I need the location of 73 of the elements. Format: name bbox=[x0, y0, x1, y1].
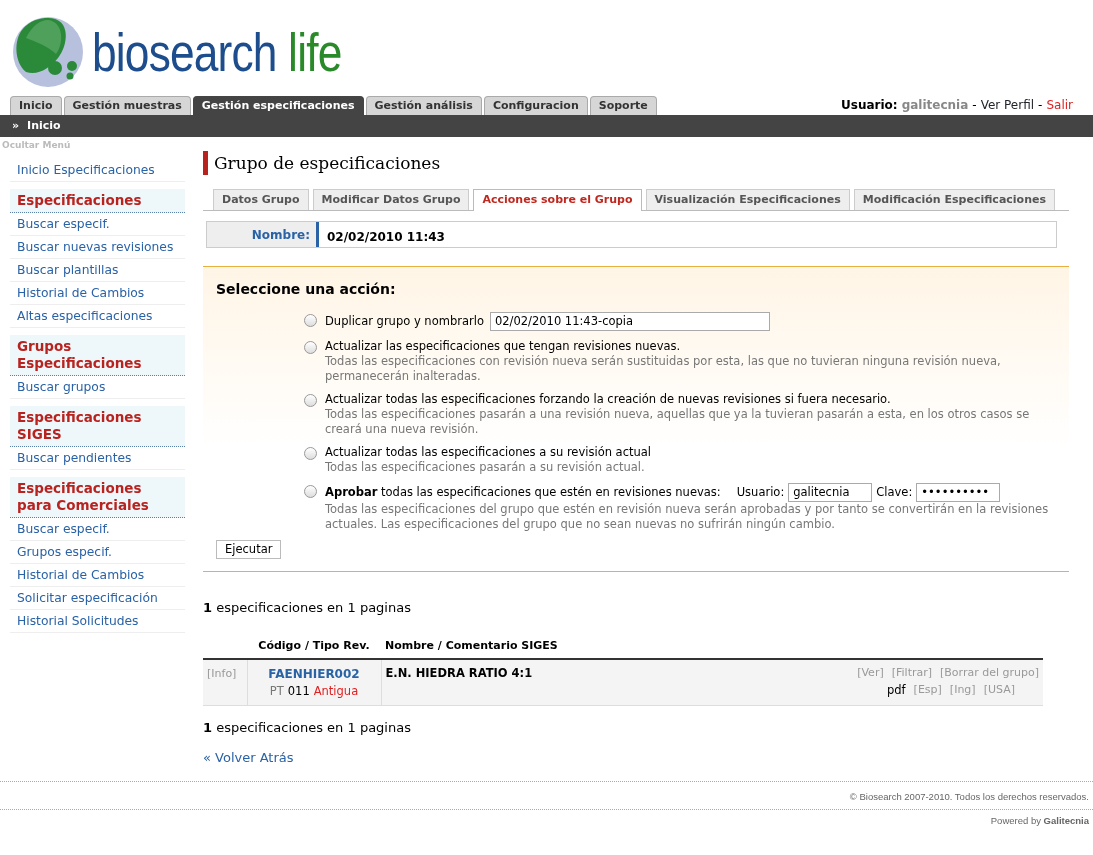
menu-link[interactable]: Buscar pendientes bbox=[10, 447, 185, 470]
logout-link[interactable]: Salir bbox=[1046, 95, 1073, 114]
option-label: Aprobar todas las especificaciones que estén en revisiones nuevas: bbox=[325, 485, 721, 500]
nav-tab[interactable]: Gestión análisis bbox=[365, 96, 482, 115]
logo-text: biosearch life bbox=[92, 25, 342, 79]
menu-link[interactable]: Buscar plantillas bbox=[10, 259, 185, 282]
password-input[interactable]: •••••••••• bbox=[916, 483, 1001, 502]
powered-by-text: Powered by Galitecnia bbox=[990, 814, 1089, 826]
spec-name: E.N. HIEDRA RATIO 4:1 bbox=[385, 666, 533, 680]
logo-icon bbox=[12, 16, 84, 88]
nav-tab[interactable]: Soporte bbox=[589, 96, 657, 115]
radio-button[interactable] bbox=[304, 394, 317, 407]
menu-link[interactable]: Historial Solicitudes bbox=[10, 610, 185, 633]
radio-button[interactable] bbox=[304, 447, 317, 460]
nav-tab[interactable]: Gestión especificaciones bbox=[192, 96, 364, 115]
tab[interactable]: Datos Grupo bbox=[213, 189, 309, 210]
revision-status: Antigua bbox=[313, 683, 359, 700]
separator-text: - bbox=[1038, 96, 1043, 114]
option-description: Todas las especificaciones pasarán a su revisión actual. bbox=[325, 460, 646, 475]
option-description: Todas las especificaciones con revisión nueva serán sustituidas por esta, las que no tuvieran ninguna revisión nueva, permanecerán inalteradas. bbox=[325, 354, 1002, 384]
nav-tab[interactable]: Configuracion bbox=[483, 96, 588, 115]
result-count: 1 especificaciones en 1 paginas bbox=[203, 719, 412, 738]
option-label: Actualizar las especificaciones que tengan revisiones nuevas. bbox=[325, 339, 681, 354]
profile-link[interactable]: Ver Perfil bbox=[980, 95, 1035, 114]
field-value: 02/02/2010 11:43 bbox=[326, 229, 446, 246]
option-label: Actualizar todas las especificaciones forzando la creación de nuevas revisiones si fuera necesario. bbox=[325, 392, 891, 407]
option-label: Duplicar grupo y nombrarlo bbox=[325, 314, 484, 329]
menu-link[interactable]: Historial de Cambios bbox=[10, 564, 185, 587]
breadcrumb-arrow: » bbox=[12, 118, 20, 134]
menu-link[interactable]: Altas especificaciones bbox=[10, 305, 185, 328]
menu-section-header: Especificaciones para Comerciales bbox=[10, 477, 185, 518]
action-link[interactable]: pdf bbox=[886, 681, 906, 699]
tab[interactable]: Visualización Especificaciones bbox=[645, 189, 850, 210]
name-input[interactable]: 02/02/2010 11:43-copia bbox=[489, 312, 770, 331]
menu-section-header: Especificaciones bbox=[10, 189, 185, 213]
tab[interactable]: Modificar Datos Grupo bbox=[312, 189, 470, 210]
menu-link[interactable]: Buscar grupos bbox=[10, 376, 185, 399]
menu-link[interactable]: Solicitar especificación bbox=[10, 587, 185, 610]
revision-number: 011 bbox=[287, 683, 310, 700]
username: galitecnia bbox=[901, 96, 969, 114]
menu-link[interactable]: Grupos especif. bbox=[10, 541, 185, 564]
menu-section-header: Especificaciones SIGES bbox=[10, 406, 185, 447]
option-label: Actualizar todas las especificaciones a su revisión actual bbox=[325, 445, 652, 460]
menu-link[interactable]: Buscar especif. bbox=[10, 213, 185, 236]
code-link[interactable]: FAENHIER002 bbox=[251, 665, 377, 683]
revision-type: PT bbox=[269, 683, 284, 700]
radio-button[interactable] bbox=[304, 485, 317, 498]
separator-text: - bbox=[972, 96, 977, 114]
user-label: Usuario: bbox=[841, 96, 898, 114]
copyright-text: © Biosearch 2007-2010. Todos los derechos reservados. bbox=[849, 791, 1089, 803]
radio-button[interactable] bbox=[304, 341, 317, 354]
section-heading: Seleccione una acción: bbox=[216, 280, 397, 299]
menu-link[interactable]: Buscar especif. bbox=[10, 518, 185, 541]
tab[interactable]: Modificación Especificaciones bbox=[853, 189, 1055, 210]
option-description: Todas las especificaciones pasarán a una revisión nueva, aquellas que ya la tuvieran pasarán a esta, en los otros casos se creará una nueva revisión. bbox=[325, 407, 1031, 437]
menu-link[interactable]: Historial de Cambios bbox=[10, 282, 185, 305]
menu-link[interactable]: Inicio Especificaciones bbox=[10, 159, 185, 182]
menu-section-header: Grupos Especificaciones bbox=[10, 335, 185, 376]
execute-button[interactable]: Ejecutar bbox=[216, 540, 282, 559]
nav-tab[interactable]: Inicio bbox=[10, 96, 62, 115]
radio-button[interactable] bbox=[304, 314, 317, 327]
field-label: Usuario: bbox=[736, 485, 785, 500]
user-input[interactable]: galitecnia bbox=[788, 483, 873, 502]
result-count: 1 especificaciones en 1 paginas bbox=[203, 599, 412, 617]
field-label: Clave: bbox=[876, 485, 913, 500]
tab[interactable]: Acciones sobre el Grupo bbox=[473, 189, 642, 211]
nav-tab[interactable]: Gestión muestras bbox=[63, 96, 191, 115]
back-link[interactable]: « Volver Atrás bbox=[203, 749, 294, 765]
menu-link[interactable]: Buscar nuevas revisiones bbox=[10, 236, 185, 259]
page-title: Grupo de especificaciones bbox=[203, 151, 1069, 175]
option-description: Todas las especificaciones del grupo que estén en revisión nueva serán aprobadas y por tanto se convertirán en la revisiones actuales. Las especificaciones del grupo que no sean nuevas no sufrirán ningún cambio. bbox=[325, 502, 1050, 532]
field-label: Nombre: bbox=[251, 228, 310, 242]
breadcrumb-link[interactable]: Inicio bbox=[27, 118, 61, 137]
